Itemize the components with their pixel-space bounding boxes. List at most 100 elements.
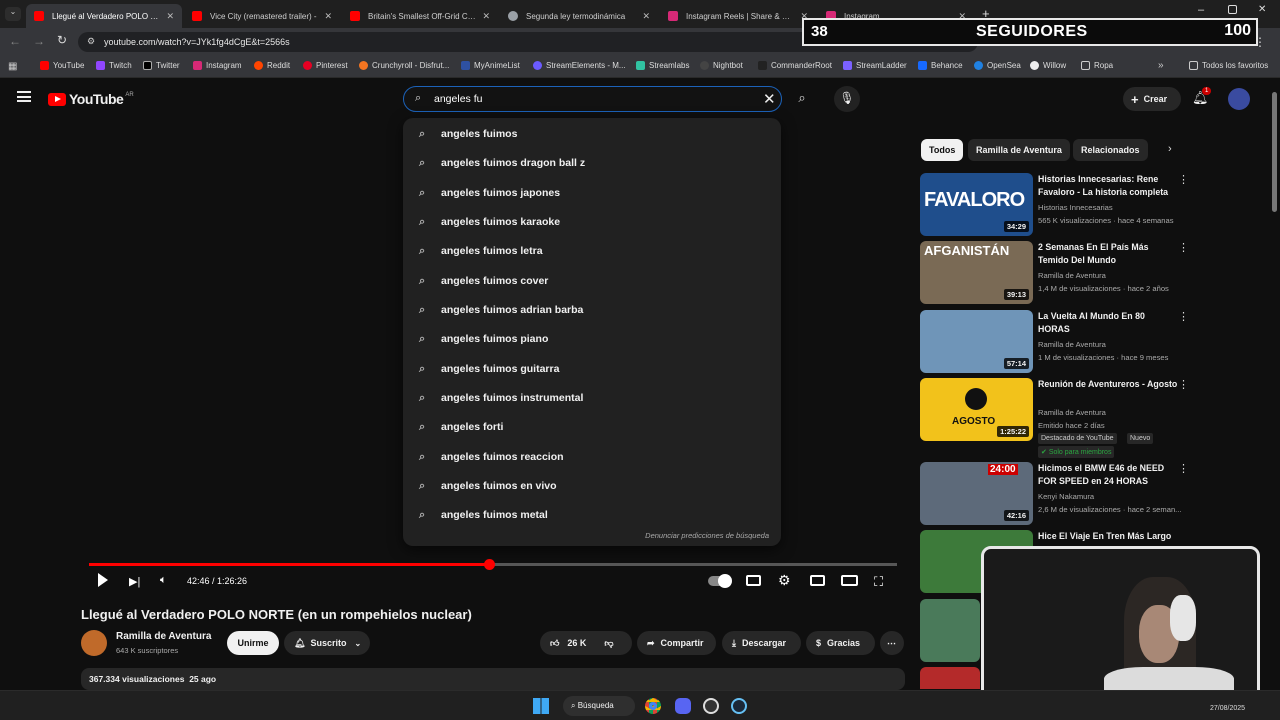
- suggestion-item[interactable]: ⌕ angeles fuimos piano: [403, 325, 781, 353]
- all-bookmarks-folder[interactable]: Todos los favoritos: [1189, 61, 1268, 70]
- reload-icon[interactable]: ↻: [57, 33, 67, 47]
- tab[interactable]: Segunda ley termodinámica ✕: [500, 4, 658, 28]
- minimize-icon[interactable]: –: [1198, 4, 1204, 16]
- bookmark-streamladder[interactable]: StreamLadder: [843, 61, 907, 70]
- video-thumbnail[interactable]: [920, 599, 980, 662]
- more-options-icon[interactable]: ⋮: [1178, 173, 1189, 186]
- taskbar-search[interactable]: ⌕ Búsqueda: [563, 696, 635, 716]
- bookmark-streamlabs[interactable]: Streamlabs: [636, 61, 689, 70]
- bookmark-instagram[interactable]: Instagram: [193, 61, 242, 70]
- thanks-button[interactable]: $ Gracias: [806, 631, 875, 655]
- obs-icon[interactable]: [703, 698, 719, 714]
- back-icon[interactable]: ←: [9, 34, 21, 48]
- autoplay-toggle[interactable]: [708, 574, 732, 588]
- suggestion-item[interactable]: ⌕ angeles fuimos metal: [403, 501, 781, 529]
- bookmark-pinterest[interactable]: Pinterest: [303, 61, 348, 70]
- recommended-video[interactable]: AGOSTO 1:25:22 Reunión de Aventureros - A…: [920, 378, 1190, 458]
- volume-icon[interactable]: 🔈︎: [160, 574, 167, 587]
- suggestion-item[interactable]: ⌕ angeles fuimos letra: [403, 237, 781, 265]
- more-options-icon[interactable]: ⋮: [1178, 241, 1189, 254]
- suggestion-item[interactable]: ⌕ angeles fuimos dragon ball z: [403, 149, 781, 177]
- youtube-logo[interactable]: YouTube AR: [48, 91, 134, 107]
- miniplayer-icon[interactable]: [810, 575, 825, 586]
- bookmark-commanderroot[interactable]: CommanderRoot: [758, 61, 832, 70]
- progress-scrubber[interactable]: [483, 559, 495, 570]
- bookmark-opensea[interactable]: OpenSea: [974, 61, 1021, 70]
- chip-related[interactable]: Relacionados: [1073, 139, 1148, 161]
- chip-all[interactable]: Todos: [921, 139, 964, 161]
- close-tab-icon[interactable]: ✕: [166, 11, 174, 22]
- recommended-video[interactable]: FAVALORO 34:29 Historias Innecesarias: Re…: [920, 173, 1190, 237]
- close-tab-icon[interactable]: ✕: [324, 11, 332, 22]
- bookmark-crunchyroll[interactable]: Crunchyroll - Disfrut...: [359, 61, 449, 70]
- next-button[interactable]: ▶|: [129, 575, 140, 588]
- subscribed-button[interactable]: 🔔︎ Suscrito ⌄: [284, 631, 370, 655]
- suggestion-item[interactable]: ⌕ angeles fuimos en vivo: [403, 472, 781, 500]
- menu-icon[interactable]: [17, 91, 31, 102]
- apps-icon[interactable]: ▦: [8, 61, 17, 72]
- suggestion-item[interactable]: ⌕ angeles fuimos cover: [403, 267, 781, 295]
- bookmark-reddit[interactable]: Reddit: [254, 61, 290, 70]
- video-thumbnail[interactable]: 24:00 42:16: [920, 462, 1033, 525]
- bookmark-behance[interactable]: Behance: [918, 61, 963, 70]
- suggestion-item[interactable]: ⌕ angeles fuimos karaoke: [403, 208, 781, 236]
- bookmark-youtube[interactable]: YouTube: [40, 61, 84, 70]
- discord-icon[interactable]: [675, 698, 691, 714]
- maximize-icon[interactable]: [1228, 5, 1237, 14]
- forward-icon[interactable]: →: [33, 34, 45, 48]
- avatar[interactable]: [1228, 88, 1250, 110]
- bookmark-streamelements[interactable]: StreamElements - M...: [533, 61, 626, 70]
- voice-search-button[interactable]: 🎙: [834, 86, 860, 112]
- chevron-right-icon[interactable]: ›: [1168, 143, 1172, 155]
- channel-name[interactable]: Ramilla de Aventura: [116, 631, 211, 642]
- play-button[interactable]: [98, 573, 108, 587]
- suggestion-item[interactable]: ⌕ angeles fuimos reaccion: [403, 443, 781, 471]
- share-button[interactable]: ➦ Compartir: [637, 631, 716, 655]
- join-button[interactable]: Unirme: [227, 631, 279, 655]
- recommended-video[interactable]: AFGANISTÁN 39:13 2 Semanas En El País Más…: [920, 241, 1190, 305]
- description-box[interactable]: 367.334 visualizaciones 25 ago: [81, 668, 905, 690]
- suggestion-item[interactable]: ⌕ angeles fuimos guitarra: [403, 355, 781, 383]
- steam-icon[interactable]: [731, 698, 747, 714]
- fullscreen-icon[interactable]: ⛶: [874, 574, 883, 590]
- more-options-icon[interactable]: ⋮: [1178, 378, 1189, 391]
- windows-start-icon[interactable]: [533, 698, 549, 714]
- tab[interactable]: Vice City (remastered trailer) - ✕: [184, 4, 340, 28]
- progress-track[interactable]: [89, 559, 897, 570]
- more-bookmarks-icon[interactable]: »: [1158, 60, 1164, 71]
- bookmark-willow[interactable]: Willow: [1030, 61, 1066, 70]
- download-button[interactable]: ⤓ Descargar: [722, 631, 801, 655]
- settings-icon[interactable]: ⚙: [778, 572, 791, 589]
- chip-channel[interactable]: Ramilla de Aventura: [968, 139, 1070, 161]
- chrome-icon[interactable]: [645, 698, 661, 714]
- notifications-button[interactable]: 🔔︎ 1: [1192, 87, 1212, 106]
- page-scrollbar[interactable]: [1272, 92, 1277, 212]
- tab[interactable]: Britain's Smallest Off-Grid Cab ✕: [342, 4, 498, 28]
- close-tab-icon[interactable]: ✕: [642, 11, 650, 22]
- close-tab-icon[interactable]: ✕: [482, 11, 490, 22]
- channel-avatar[interactable]: [81, 630, 107, 656]
- theater-mode-icon[interactable]: [841, 575, 858, 586]
- suggestion-item[interactable]: ⌕ angeles fuimos adrian barba: [403, 296, 781, 324]
- clear-search-icon[interactable]: ✕: [763, 90, 776, 108]
- search-input[interactable]: ⌕ angeles fu ✕: [403, 86, 782, 112]
- close-window-icon[interactable]: ✕: [1258, 4, 1266, 15]
- bookmark-myanimelist[interactable]: MyAnimeList: [461, 61, 520, 70]
- bookmark-twitter[interactable]: Twitter: [143, 61, 180, 70]
- like-button[interactable]: 👍︎ 26 K 👎︎: [540, 631, 632, 655]
- tab-search-icon[interactable]: ⌄: [5, 7, 21, 21]
- video-thumbnail[interactable]: FAVALORO 34:29: [920, 173, 1033, 236]
- search-button[interactable]: ⌕: [789, 87, 815, 111]
- site-info-icon[interactable]: ⚙: [87, 36, 95, 47]
- subtitles-icon[interactable]: [746, 575, 761, 586]
- more-actions-button[interactable]: ⋯: [880, 631, 904, 655]
- report-predictions-link[interactable]: Denunciar predicciones de búsqueda: [645, 531, 769, 540]
- suggestion-item[interactable]: ⌕ angeles fuimos japones: [403, 179, 781, 207]
- tab-active[interactable]: Llegué al Verdadero POLO NORTE ✕: [26, 4, 182, 28]
- bookmark-folder-ropa[interactable]: Ropa: [1081, 61, 1113, 70]
- create-button[interactable]: + Crear: [1123, 87, 1181, 111]
- suggestion-item[interactable]: ⌕ angeles fuimos: [403, 120, 781, 148]
- more-options-icon[interactable]: ⋮: [1178, 310, 1189, 323]
- more-options-icon[interactable]: ⋮: [1178, 462, 1189, 475]
- suggestion-item[interactable]: ⌕ angeles fuimos instrumental: [403, 384, 781, 412]
